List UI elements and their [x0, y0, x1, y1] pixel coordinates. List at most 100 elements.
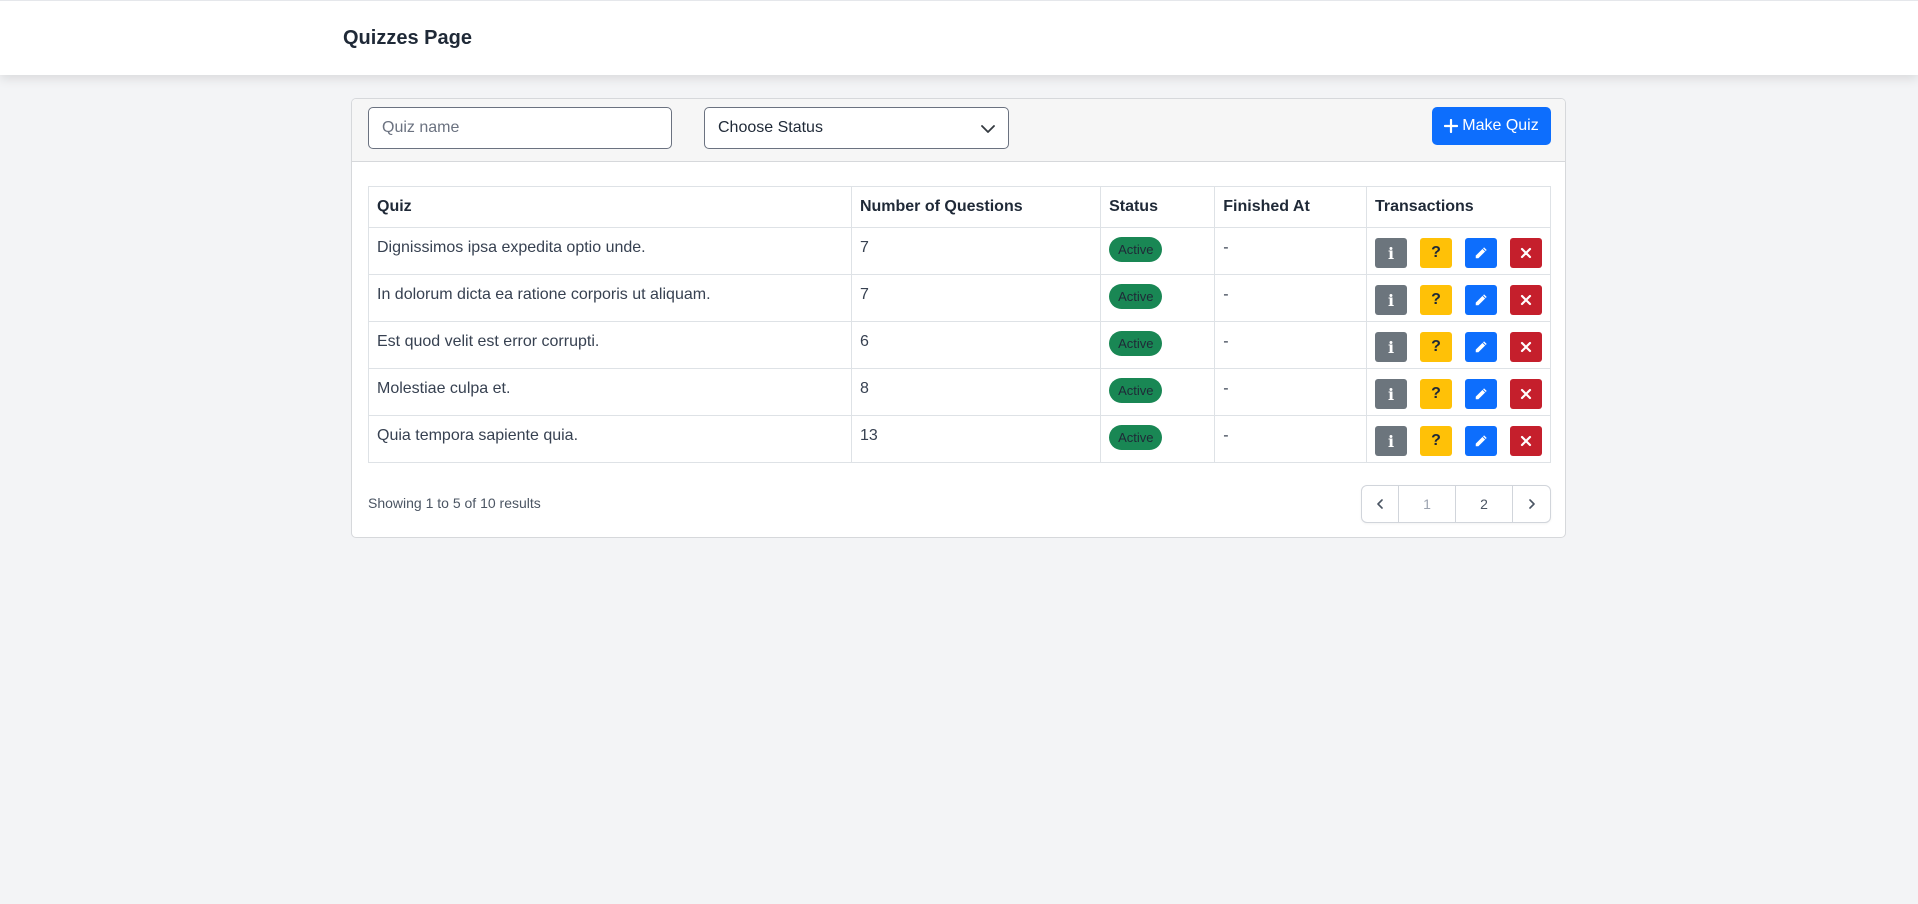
questions-button[interactable]: ?	[1420, 426, 1452, 456]
transactions-cell: i ?	[1366, 415, 1551, 463]
info-icon: i	[1387, 431, 1395, 451]
close-icon	[1520, 341, 1532, 353]
prev-page-button[interactable]	[1362, 486, 1399, 522]
status-badge: Active	[1109, 237, 1163, 262]
question-count-cell: 7	[850, 227, 1102, 275]
status-cell: Active	[1100, 227, 1216, 275]
transactions-cell: i ?	[1366, 321, 1551, 369]
status-cell: Active	[1100, 274, 1216, 322]
question-icon: ?	[1431, 432, 1441, 449]
plus-icon	[1444, 119, 1459, 133]
chevron-right-icon	[1528, 499, 1535, 509]
status-badge: Active	[1109, 331, 1163, 356]
delete-button[interactable]	[1510, 238, 1542, 268]
status-cell: Active	[1100, 321, 1216, 369]
delete-button[interactable]	[1510, 379, 1542, 409]
edit-button[interactable]	[1465, 379, 1497, 409]
status-cell: Active	[1100, 368, 1216, 416]
row-actions: i ?	[1375, 285, 1542, 315]
questions-button[interactable]: ?	[1420, 332, 1452, 362]
finished-at-cell: -	[1214, 368, 1367, 416]
question-icon: ?	[1431, 338, 1441, 355]
quizzes-table: Quiz Number of Questions Status Finished…	[368, 186, 1551, 463]
column-header-transactions: Transactions	[1366, 186, 1551, 228]
delete-button[interactable]	[1510, 332, 1542, 362]
pencil-icon	[1475, 388, 1487, 400]
questions-button[interactable]: ?	[1420, 379, 1452, 409]
table-row: In dolorum dicta ea ratione corporis ut …	[368, 274, 1551, 322]
top-bar: Quizzes Page	[0, 0, 1918, 75]
pencil-icon	[1475, 247, 1487, 259]
info-icon: i	[1387, 290, 1395, 310]
edit-button[interactable]	[1465, 238, 1497, 268]
info-button[interactable]: i	[1375, 426, 1407, 456]
results-summary: Showing 1 to 5 of 10 results	[368, 495, 541, 511]
transactions-cell: i ?	[1366, 274, 1551, 322]
delete-button[interactable]	[1510, 426, 1542, 456]
edit-button[interactable]	[1465, 332, 1497, 362]
edit-button[interactable]	[1465, 285, 1497, 315]
status-select-value: Choose Status	[718, 119, 823, 136]
info-button[interactable]: i	[1375, 379, 1407, 409]
status-badge: Active	[1109, 284, 1163, 309]
chevron-down-icon	[981, 125, 995, 133]
row-actions: i ?	[1375, 426, 1542, 456]
status-select[interactable]: Choose Status	[704, 107, 1009, 149]
column-header-questions: Number of Questions	[850, 186, 1102, 228]
table-row: Dignissimos ipsa expedita optio unde. 7 …	[368, 227, 1551, 275]
info-icon: i	[1387, 384, 1395, 404]
row-actions: i ?	[1375, 379, 1542, 409]
make-quiz-button[interactable]: Make Quiz	[1432, 107, 1551, 145]
finished-at-cell: -	[1214, 274, 1367, 322]
question-icon: ?	[1431, 291, 1441, 308]
column-header-status: Status	[1100, 186, 1216, 228]
question-count-cell: 13	[850, 415, 1102, 463]
edit-button[interactable]	[1465, 426, 1497, 456]
question-icon: ?	[1431, 244, 1441, 261]
chevron-left-icon	[1377, 499, 1383, 509]
make-quiz-label: Make Quiz	[1462, 117, 1539, 134]
question-count-cell: 6	[850, 321, 1102, 369]
page-title: Quizzes Page	[343, 27, 472, 49]
pencil-icon	[1475, 435, 1487, 447]
question-count-cell: 7	[850, 274, 1102, 322]
info-icon: i	[1387, 337, 1395, 357]
info-button[interactable]: i	[1375, 238, 1407, 268]
close-icon	[1520, 435, 1532, 447]
quiz-name-input[interactable]	[368, 107, 672, 149]
transactions-cell: i ?	[1366, 227, 1551, 275]
question-icon: ?	[1431, 385, 1441, 402]
questions-button[interactable]: ?	[1420, 285, 1452, 315]
quiz-name-cell: Molestiae culpa et.	[368, 368, 852, 416]
pagination: 1 2	[1361, 485, 1551, 523]
delete-button[interactable]	[1510, 285, 1542, 315]
next-page-button[interactable]	[1513, 486, 1550, 522]
table-body: Dignissimos ipsa expedita optio unde. 7 …	[368, 227, 1551, 463]
info-button[interactable]: i	[1375, 285, 1407, 315]
row-actions: i ?	[1375, 332, 1542, 362]
transactions-cell: i ?	[1366, 368, 1551, 416]
table-row: Quia tempora sapiente quia. 13 Active - …	[368, 415, 1551, 463]
pencil-icon	[1475, 341, 1487, 353]
status-badge: Active	[1109, 378, 1163, 403]
close-icon	[1520, 294, 1532, 306]
table-row: Est quod velit est error corrupti. 6 Act…	[368, 321, 1551, 369]
info-icon: i	[1387, 243, 1395, 263]
quiz-name-cell: Quia tempora sapiente quia.	[368, 415, 852, 463]
finished-at-cell: -	[1214, 415, 1367, 463]
status-badge: Active	[1109, 425, 1163, 450]
filter-bar: Choose Status Make Quiz	[352, 99, 1565, 162]
page-2-button[interactable]: 2	[1456, 486, 1513, 522]
quiz-name-cell: Dignissimos ipsa expedita optio unde.	[368, 227, 852, 275]
quiz-name-cell: In dolorum dicta ea ratione corporis ut …	[368, 274, 852, 322]
status-cell: Active	[1100, 415, 1216, 463]
column-header-quiz: Quiz	[368, 186, 852, 228]
quiz-name-cell: Est quod velit est error corrupti.	[368, 321, 852, 369]
page-1-button[interactable]: 1	[1399, 486, 1456, 522]
finished-at-cell: -	[1214, 321, 1367, 369]
question-count-cell: 8	[850, 368, 1102, 416]
info-button[interactable]: i	[1375, 332, 1407, 362]
questions-button[interactable]: ?	[1420, 238, 1452, 268]
pencil-icon	[1475, 294, 1487, 306]
column-header-finished-at: Finished At	[1214, 186, 1367, 228]
